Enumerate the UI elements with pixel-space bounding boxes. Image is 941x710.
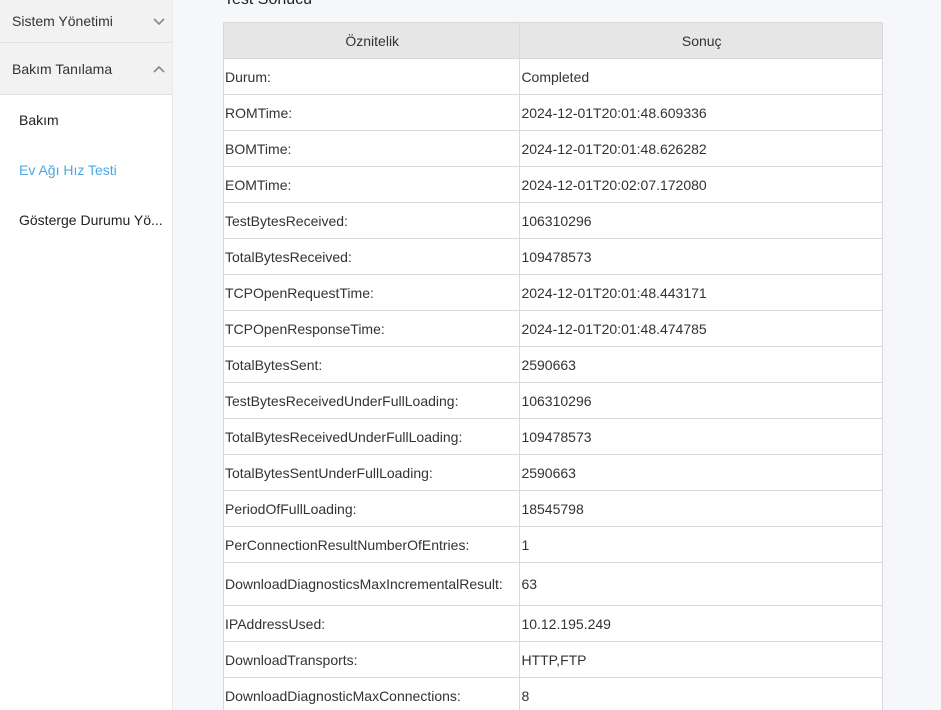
table-row: TCPOpenRequestTime: 2024-12-01T20:01:48.… xyxy=(222,274,883,311)
value-cell: 2024-12-01T20:01:48.474785 xyxy=(519,310,883,347)
attribute-cell: TotalBytesReceived: xyxy=(222,238,521,275)
sidebar-item-bakim[interactable]: Bakım xyxy=(0,95,172,145)
table-row: DownloadDiagnosticMaxConnections: 8 xyxy=(222,677,883,710)
column-header-attribute: Öznitelik xyxy=(222,22,521,59)
table-row: PerConnectionResultNumberOfEntries: 1 xyxy=(222,526,883,563)
table-row: Durum: Completed xyxy=(222,58,883,95)
attribute-cell: TCPOpenRequestTime: xyxy=(222,274,521,311)
value-cell: 10.12.195.249 xyxy=(519,605,883,642)
attribute-cell: EOMTime: xyxy=(222,166,521,203)
table-row: TotalBytesReceived: 109478573 xyxy=(222,238,883,275)
column-header-result: Sonuç xyxy=(519,22,883,59)
submenu-bakim-tanilama: Bakım Ev Ağı Hız Testi Gösterge Durumu Y… xyxy=(0,95,172,245)
value-cell: 106310296 xyxy=(519,202,883,239)
sidebar: Sistem Yönetimi Bakım Tanılama Bakım Ev … xyxy=(0,0,173,710)
main-content: Test Sonucu Öznitelik Sonuç Durum: Compl… xyxy=(173,0,941,710)
table-row: TotalBytesReceivedUnderFullLoading: 1094… xyxy=(222,418,883,455)
attribute-cell: PerConnectionResultNumberOfEntries: xyxy=(222,526,521,563)
table-row: TestBytesReceived: 106310296 xyxy=(222,202,883,239)
value-cell: 2590663 xyxy=(519,346,883,383)
sidebar-item-label: Bakım xyxy=(19,112,59,128)
attribute-cell: PeriodOfFullLoading: xyxy=(222,490,521,527)
menu-group-label: Sistem Yönetimi xyxy=(12,13,113,29)
value-cell: 2590663 xyxy=(519,454,883,491)
table-row: EOMTime: 2024-12-01T20:02:07.172080 xyxy=(222,166,883,203)
attribute-cell: DownloadDiagnosticMaxConnections: xyxy=(222,677,521,710)
attribute-cell: IPAddressUsed: xyxy=(222,605,521,642)
table-row: TotalBytesSent: 2590663 xyxy=(222,346,883,383)
value-cell: 1 xyxy=(519,526,883,563)
attribute-cell: TestBytesReceivedUnderFullLoading: xyxy=(222,382,521,419)
value-cell: Completed xyxy=(519,58,883,95)
value-cell: HTTP,FTP xyxy=(519,641,883,678)
value-cell: 63 xyxy=(519,562,883,606)
value-cell: 18545798 xyxy=(519,490,883,527)
sidebar-item-ev-agi-hiz-testi[interactable]: Ev Ağı Hız Testi xyxy=(0,145,172,195)
table-row: TestBytesReceivedUnderFullLoading: 10631… xyxy=(222,382,883,419)
sidebar-item-gosterge-durumu[interactable]: Gösterge Durumu Yö... xyxy=(0,195,172,245)
sidebar-item-label: Ev Ağı Hız Testi xyxy=(19,162,117,178)
menu-group-sistem-yonetimi[interactable]: Sistem Yönetimi xyxy=(0,0,172,43)
table-row: DownloadDiagnosticsMaxIncrementalResult:… xyxy=(222,562,883,606)
value-cell: 109478573 xyxy=(519,238,883,275)
menu-group-bakim-tanilama[interactable]: Bakım Tanılama xyxy=(0,43,172,95)
attribute-cell: TestBytesReceived: xyxy=(222,202,521,239)
value-cell: 2024-12-01T20:01:48.443171 xyxy=(519,274,883,311)
attribute-cell: TotalBytesSentUnderFullLoading: xyxy=(222,454,521,491)
chevron-down-icon xyxy=(152,14,166,28)
value-cell: 2024-12-01T20:01:48.626282 xyxy=(519,130,883,167)
attribute-cell: TotalBytesSent: xyxy=(222,346,521,383)
value-cell: 106310296 xyxy=(519,382,883,419)
attribute-cell: DownloadDiagnosticsMaxIncrementalResult: xyxy=(222,562,521,606)
table-row: TCPOpenResponseTime: 2024-12-01T20:01:48… xyxy=(222,310,883,347)
attribute-cell: Durum: xyxy=(222,58,521,95)
table-row: DownloadTransports: HTTP,FTP xyxy=(222,641,883,678)
app-root: Sistem Yönetimi Bakım Tanılama Bakım Ev … xyxy=(0,0,941,710)
table-row: IPAddressUsed: 10.12.195.249 xyxy=(222,605,883,642)
test-result-table: Öznitelik Sonuç Durum: Completed ROMTime… xyxy=(222,22,883,710)
chevron-up-icon xyxy=(152,62,166,76)
table-row: ROMTime: 2024-12-01T20:01:48.609336 xyxy=(222,94,883,131)
sidebar-item-label: Gösterge Durumu Yö... xyxy=(19,212,163,228)
value-cell: 109478573 xyxy=(519,418,883,455)
table-row: PeriodOfFullLoading: 18545798 xyxy=(222,490,883,527)
attribute-cell: TotalBytesReceivedUnderFullLoading: xyxy=(222,418,521,455)
value-cell: 2024-12-01T20:01:48.609336 xyxy=(519,94,883,131)
menu-group-label: Bakım Tanılama xyxy=(12,60,113,77)
table-row: TotalBytesSentUnderFullLoading: 2590663 xyxy=(222,454,883,491)
value-cell: 8 xyxy=(519,677,883,710)
value-cell: 2024-12-01T20:02:07.172080 xyxy=(519,166,883,203)
table-row: BOMTime: 2024-12-01T20:01:48.626282 xyxy=(222,130,883,167)
table-header-row: Öznitelik Sonuç xyxy=(222,22,883,59)
attribute-cell: DownloadTransports: xyxy=(222,641,521,678)
attribute-cell: BOMTime: xyxy=(222,130,521,167)
section-title: Test Sonucu xyxy=(224,0,312,10)
attribute-cell: TCPOpenResponseTime: xyxy=(222,310,521,347)
attribute-cell: ROMTime: xyxy=(222,94,521,131)
